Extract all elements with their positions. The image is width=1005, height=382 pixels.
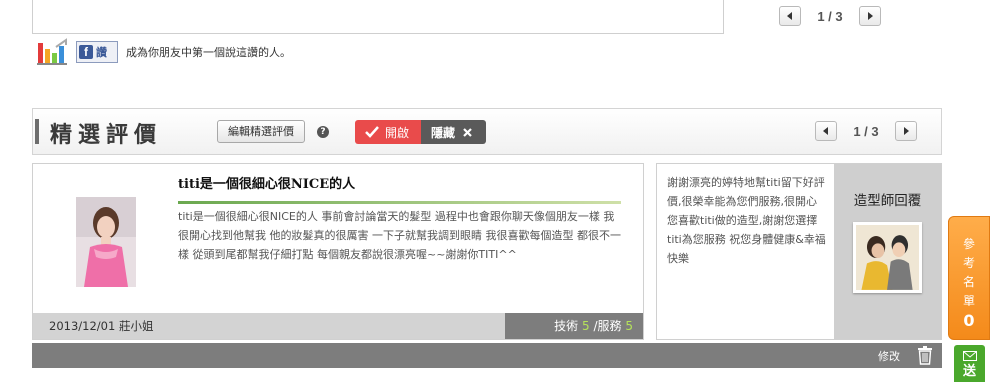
- facebook-icon: f: [79, 45, 93, 59]
- header-accent-bar: [35, 119, 39, 144]
- facebook-like-button[interactable]: f 讚: [76, 41, 118, 63]
- reviewer-photo: [76, 197, 136, 287]
- reference-list-label: 參 考 名 單: [949, 235, 989, 311]
- title-underline: [178, 201, 621, 204]
- tab-char: 名: [962, 275, 975, 289]
- top-pager: 1 / 3: [779, 6, 881, 26]
- reviews-next-button[interactable]: [895, 121, 917, 141]
- modify-link[interactable]: 修改: [878, 348, 900, 364]
- review-scores: 技術 5 /服務 5: [505, 313, 643, 339]
- toggle-hide-option[interactable]: 隱藏: [421, 120, 486, 144]
- tab-char: 考: [962, 256, 975, 270]
- review-date-author: 2013/12/01 莊小姐: [49, 319, 154, 333]
- tech-label: 技術: [554, 319, 579, 333]
- next-arrow-icon: [904, 127, 909, 135]
- review-action-bar: 修改: [32, 343, 942, 368]
- close-icon: [463, 127, 472, 137]
- like-prompt-text: 成為你朋友中第一個說這讚的人。: [126, 46, 291, 59]
- speech-arrow: [823, 222, 834, 244]
- service-score: 5: [625, 319, 633, 333]
- help-icon[interactable]: ?: [317, 126, 329, 138]
- reviews-page-indicator: 1 / 3: [853, 123, 879, 139]
- send-label: 送: [962, 364, 976, 379]
- toggle-show-label: 開啟: [385, 125, 410, 140]
- review-card: titi是一個很細心很NICE的人 titi是一個很細心很NICE的人 事前會討…: [32, 163, 644, 340]
- reviews-pager: 1 / 3: [815, 121, 917, 141]
- edit-featured-reviews-button[interactable]: 編輯精選評價: [217, 120, 305, 143]
- reviews-prev-button[interactable]: [815, 121, 837, 141]
- trash-icon[interactable]: [917, 345, 933, 365]
- featured-reviews-header: 精選評價 編輯精選評價 ? 開啟 隱藏: [32, 108, 942, 155]
- toggle-hide-label: 隱藏: [431, 125, 456, 140]
- review-title: titi是一個很細心很NICE的人: [178, 177, 356, 192]
- prev-page-button[interactable]: [779, 6, 801, 26]
- stylist-avatar: [853, 222, 922, 293]
- section-title: 精選評價: [50, 123, 163, 148]
- prev-arrow-icon: [787, 12, 792, 20]
- service-label: 服務: [597, 319, 622, 333]
- reply-text: 謝謝漂亮的婷特地幫titi留下好評價,很榮幸能為您們服務,很開心您喜歡titi做…: [667, 176, 826, 265]
- tab-char: 參: [962, 237, 975, 251]
- review-body: titi是一個很細心很NICE的人 事前會討論當天的髮型 過程中也會跟你聊天像個…: [178, 210, 621, 261]
- facebook-like-row: f 讚 成為你朋友中第一個說這讚的人。: [36, 37, 291, 67]
- bar-chart-icon: [36, 37, 70, 67]
- reply-side-panel: 造型師回覆: [823, 164, 941, 339]
- envelope-icon: [962, 351, 977, 361]
- prev-arrow-icon: [823, 127, 828, 135]
- toggle-show-option[interactable]: 開啟: [355, 120, 421, 144]
- tab-char: 單: [962, 294, 975, 308]
- page-indicator: 1 / 3: [817, 8, 843, 24]
- next-arrow-icon: [868, 12, 873, 20]
- checkmark-icon: [365, 126, 379, 138]
- reply-side-title: 造型師回覆: [853, 193, 922, 209]
- top-content-box: [32, 0, 724, 34]
- next-page-button[interactable]: [859, 6, 881, 26]
- review-footer: 2013/12/01 莊小姐 技術 5 /服務 5: [33, 313, 643, 339]
- stylist-reply-panel: 謝謝漂亮的婷特地幫titi留下好評價,很榮幸能為您們服務,很開心您喜歡titi做…: [656, 163, 942, 340]
- tech-score: 5: [582, 319, 590, 333]
- reference-list-count: 0: [963, 311, 975, 330]
- facebook-like-label: 讚: [96, 46, 107, 59]
- send-tab[interactable]: 送: [954, 345, 985, 382]
- reference-list-tab[interactable]: 參 考 名 單 0: [948, 216, 990, 340]
- show-hide-toggle[interactable]: 開啟 隱藏: [355, 120, 486, 144]
